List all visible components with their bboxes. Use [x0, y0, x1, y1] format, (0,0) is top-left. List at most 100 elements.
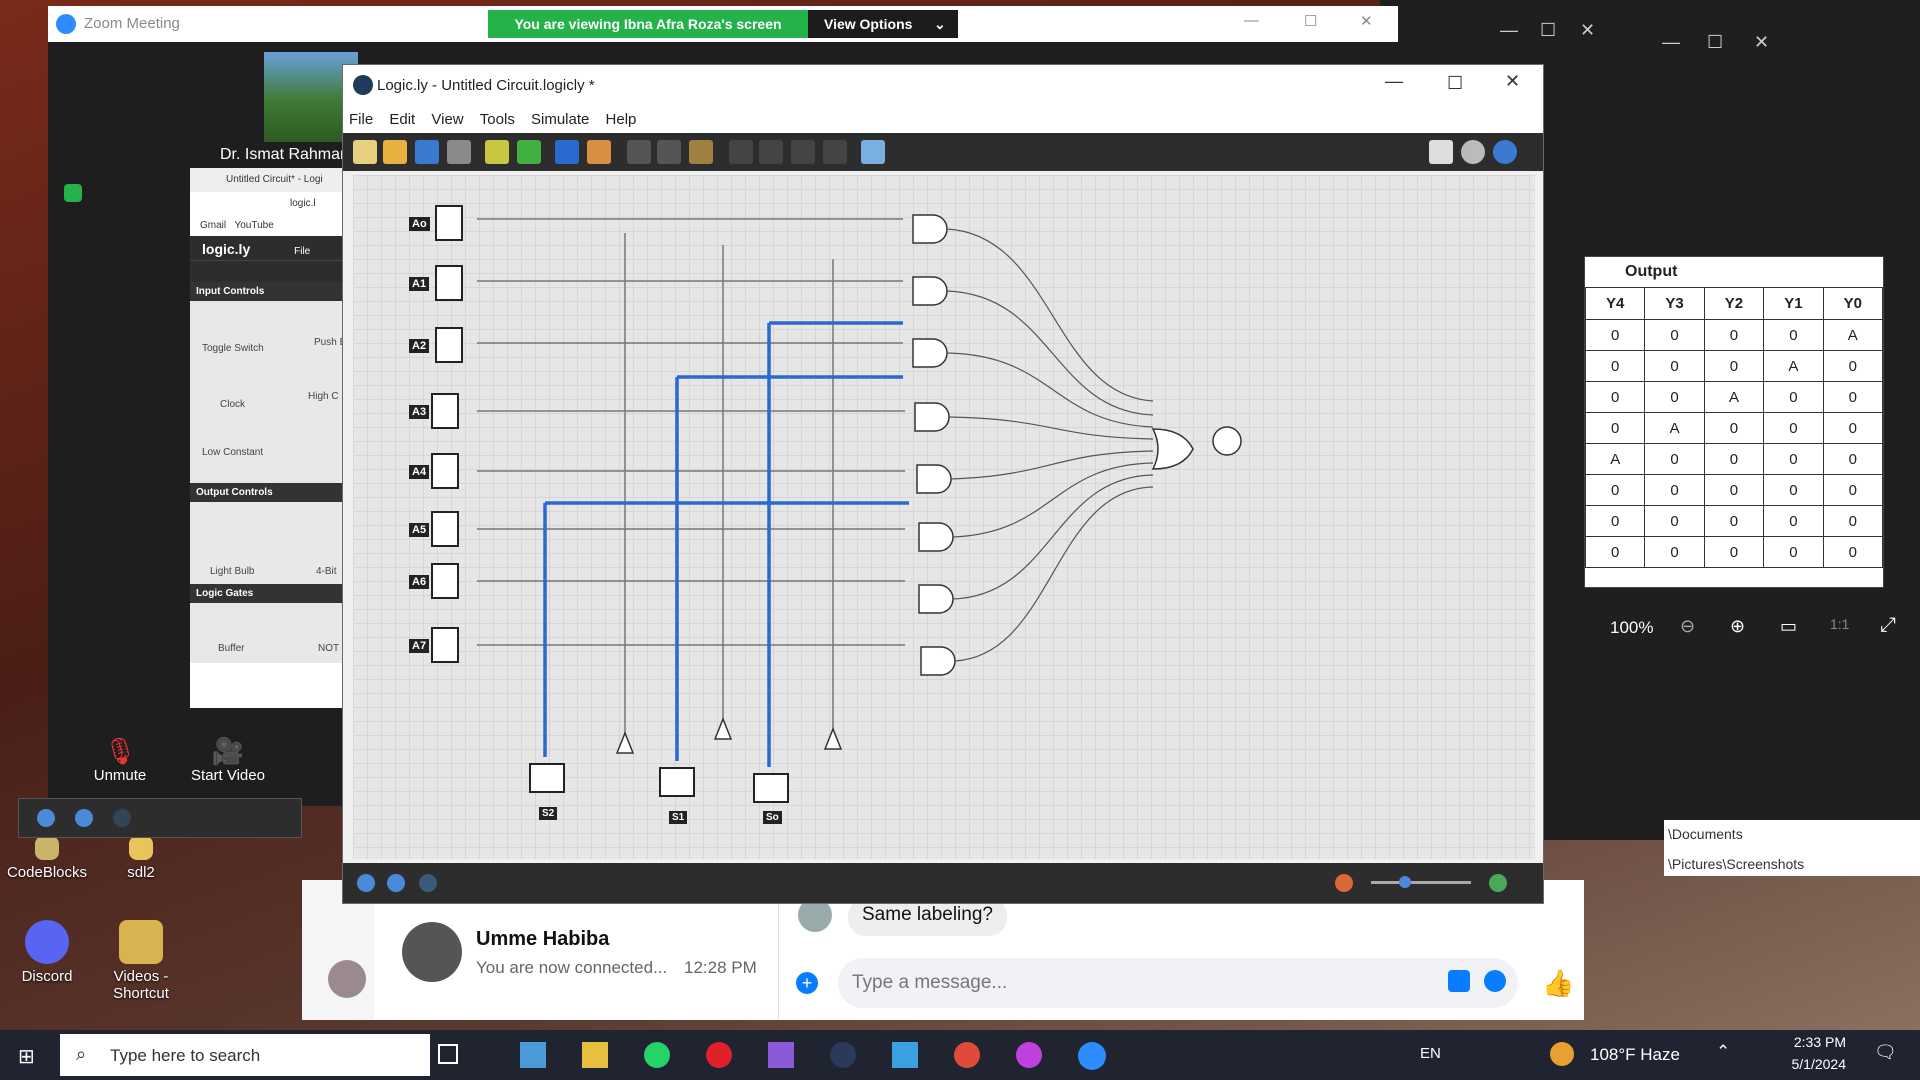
menu-help[interactable]: Help — [600, 105, 643, 128]
path-screenshots[interactable]: \Pictures\Screenshots — [1668, 856, 1804, 872]
zoom-slider-handle[interactable] — [1399, 876, 1411, 888]
menu-tools[interactable]: Tools — [474, 105, 521, 128]
desktop-icon-sdl2[interactable]: sdl2 — [96, 836, 186, 881]
input-switch-a7[interactable]: A7 — [409, 627, 459, 663]
notification-icon[interactable]: 🗨 — [1874, 1042, 1897, 1063]
zoom-taskbar-icon[interactable] — [1078, 1042, 1106, 1070]
bookmark-gmail[interactable]: Gmail — [200, 220, 226, 231]
rotate-icon[interactable] — [791, 140, 815, 164]
pause-icon[interactable] — [75, 809, 93, 827]
help-icon[interactable] — [1493, 140, 1517, 164]
zoom-in-icon[interactable]: ⊕ — [1730, 616, 1745, 637]
fit-window-icon[interactable]: ▭ — [1780, 616, 1797, 637]
select-switch-s1[interactable]: S1 — [659, 767, 695, 833]
input-switch-a1[interactable]: A1 — [409, 265, 463, 301]
print-icon[interactable] — [447, 140, 471, 164]
logicly-taskbar-icon[interactable] — [830, 1042, 856, 1068]
unmute-button[interactable]: 🎙 Unmute — [70, 736, 170, 784]
truth-table-icon[interactable] — [861, 140, 885, 164]
close-icon[interactable]: ✕ — [1580, 20, 1595, 41]
menu-edit[interactable]: Edit — [383, 105, 421, 128]
four-bit-display-item[interactable]: 4-Bit — [316, 566, 337, 577]
gear-icon[interactable] — [1461, 140, 1485, 164]
input-switch-a4[interactable]: A4 — [409, 453, 459, 489]
chrome-icon[interactable] — [954, 1042, 980, 1068]
clock-date[interactable]: 5/1/2024 — [1780, 1056, 1847, 1072]
actual-size-icon[interactable]: 1:1 — [1830, 616, 1849, 632]
minimize-icon[interactable]: — — [1662, 32, 1680, 53]
chevron-up-icon[interactable]: ⌃ — [1716, 1042, 1730, 1062]
rewind-icon[interactable] — [357, 874, 375, 892]
rewind-icon[interactable] — [37, 809, 55, 827]
emoji-icon[interactable] — [1484, 970, 1506, 992]
close-icon[interactable]: ✕ — [1360, 12, 1373, 30]
pause-icon[interactable] — [387, 874, 405, 892]
add-icon[interactable]: + — [796, 972, 818, 994]
contact-avatar[interactable] — [402, 922, 462, 982]
desktop-icon-videos-shortcut[interactable]: Videos - Shortcut — [96, 920, 186, 1002]
menu-file[interactable]: File — [294, 246, 310, 257]
zoom-out-icon[interactable] — [1335, 874, 1353, 892]
document-icon[interactable] — [1429, 140, 1453, 164]
high-constant-item[interactable]: High C — [308, 391, 339, 402]
circuit-canvas[interactable]: Ao A1 A2 A3 A4 A5 A6 A7 S2 S1 So — [353, 175, 1535, 859]
redo-icon[interactable] — [517, 140, 541, 164]
align-icon[interactable] — [729, 140, 753, 164]
store-icon[interactable] — [520, 1042, 546, 1068]
select-pointer-icon[interactable] — [555, 140, 579, 164]
distribute-icon[interactable] — [759, 140, 783, 164]
light-bulb-output[interactable] — [1212, 426, 1242, 456]
path-documents[interactable]: \Documents — [1668, 826, 1743, 842]
clock-item[interactable]: Clock — [220, 399, 245, 410]
copy-icon[interactable] — [657, 140, 681, 164]
desktop-icon-discord[interactable]: Discord — [2, 920, 92, 985]
maximize-icon[interactable]: ☐ — [1540, 20, 1556, 41]
weather-text[interactable]: 108°F Haze — [1590, 1045, 1680, 1065]
menu-file[interactable]: File — [343, 105, 379, 128]
pan-hand-icon[interactable] — [587, 140, 611, 164]
minimize-icon[interactable]: — — [1500, 20, 1518, 41]
low-constant-item[interactable]: Low Constant — [202, 447, 263, 458]
save-icon[interactable] — [415, 140, 439, 164]
sticker-icon[interactable] — [1448, 970, 1470, 992]
language-indicator[interactable]: EN — [1420, 1045, 1441, 1062]
input-switch-a6[interactable]: A6 — [409, 563, 459, 599]
whatsapp-icon[interactable] — [644, 1042, 670, 1068]
close-icon[interactable]: ✕ — [1754, 32, 1769, 53]
step-icon[interactable] — [419, 874, 437, 892]
buffer-item[interactable]: Buffer — [218, 643, 245, 654]
message-input[interactable]: Type a message... — [838, 958, 1518, 1008]
cut-icon[interactable] — [627, 140, 651, 164]
minimize-icon[interactable]: — — [1385, 71, 1403, 92]
zoom-in-icon[interactable] — [1489, 874, 1507, 892]
taskbar-search[interactable]: ⌕ Type here to search — [60, 1034, 430, 1076]
minimize-icon[interactable]: — — [1244, 12, 1259, 29]
select-switch-s0[interactable]: So — [753, 773, 789, 839]
not-gate-item[interactable]: NOT — [318, 643, 339, 654]
step-icon[interactable] — [113, 809, 131, 827]
task-view-icon[interactable] — [438, 1044, 458, 1064]
close-icon[interactable]: ✕ — [1505, 71, 1520, 92]
file-explorer-icon[interactable] — [582, 1042, 608, 1068]
visual-studio-icon[interactable] — [768, 1042, 794, 1068]
input-switch-a5[interactable]: A5 — [409, 511, 459, 547]
zoom-out-icon[interactable]: ⊖ — [1680, 616, 1695, 637]
input-switch-a0[interactable]: Ao — [409, 205, 463, 241]
paste-icon[interactable] — [689, 140, 713, 164]
input-switch-a3[interactable]: A3 — [409, 393, 459, 429]
maximize-icon[interactable]: ☐ — [1707, 32, 1723, 53]
input-switch-a2[interactable]: A2 — [409, 327, 463, 363]
maximize-icon[interactable]: ☐ — [1304, 12, 1317, 30]
menu-view[interactable]: View — [425, 105, 469, 128]
messenger-icon[interactable] — [1016, 1042, 1042, 1068]
clock-time[interactable]: 2:33 PM — [1786, 1034, 1846, 1050]
like-icon[interactable]: 👍 — [1542, 968, 1574, 999]
desktop-icon-codeblocks[interactable]: CodeBlocks — [2, 836, 92, 881]
bookmark-youtube[interactable]: YouTube — [234, 220, 273, 231]
opera-icon[interactable] — [706, 1042, 732, 1068]
start-video-button[interactable]: 🎥 Start Video — [170, 736, 286, 784]
view-options-button[interactable]: View Options ⌄ — [808, 10, 958, 38]
menu-simulate[interactable]: Simulate — [525, 105, 595, 128]
windows-start-icon[interactable]: ⊞ — [18, 1044, 35, 1069]
new-file-icon[interactable] — [353, 140, 377, 164]
